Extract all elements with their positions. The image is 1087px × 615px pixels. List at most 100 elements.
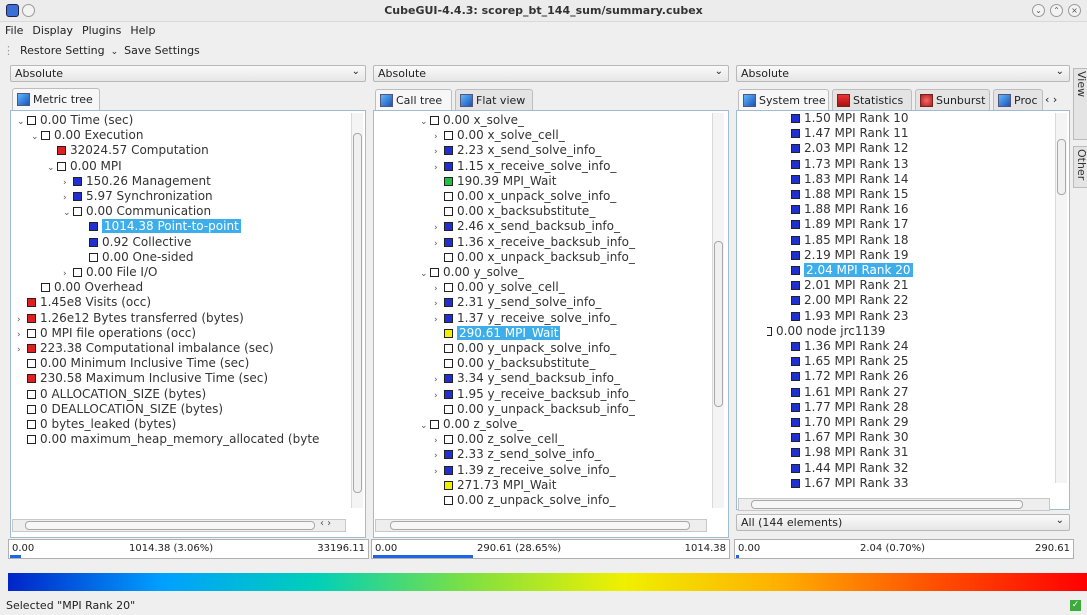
vertical-scrollbar[interactable]: [351, 113, 363, 508]
horizontal-scrollbar[interactable]: [738, 498, 1050, 511]
expander-icon[interactable]: ⌄: [31, 130, 41, 145]
tree-row[interactable]: › 0.00 z_solve_cell_: [434, 432, 564, 447]
tree-row[interactable]: 32024.57 Computation: [47, 143, 209, 158]
tree-row[interactable]: › 3.34 y_send_backsub_info_: [434, 371, 620, 386]
tab-sunburst[interactable]: Sunburst: [915, 89, 990, 111]
tab-flat-view[interactable]: Flat view: [455, 89, 533, 111]
tree-row[interactable]: 1.47 MPI Rank 11: [781, 126, 909, 141]
tab-scroll-arrows[interactable]: ‹ ›: [1045, 93, 1057, 106]
menu-file[interactable]: File: [0, 23, 27, 37]
tree-row[interactable]: › 2.23 x_send_solve_info_: [434, 143, 601, 158]
expander-icon[interactable]: ⌄: [17, 115, 27, 130]
tree-row[interactable]: 0 bytes_leaked (bytes): [17, 417, 176, 432]
save-settings-button[interactable]: Save Settings: [121, 42, 203, 59]
tree-row[interactable]: › 2.46 x_send_backsub_info_: [434, 219, 620, 234]
tree-row[interactable]: 0.00 x_unpack_solve_info_: [434, 189, 616, 204]
tree-row[interactable]: 0.00 Overhead: [31, 280, 143, 295]
tree-row[interactable]: 0.00 y_unpack_backsub_info_: [434, 402, 635, 417]
tree-row[interactable]: 1.61 MPI Rank 27: [781, 385, 909, 400]
call-value-select[interactable]: Absolute ⌄: [373, 65, 729, 82]
maximize-icon[interactable]: ⌃: [1050, 4, 1063, 17]
tree-row[interactable]: 1.72 MPI Rank 26: [781, 369, 909, 384]
tree-row[interactable]: › 2.31 y_send_solve_info_: [434, 295, 601, 310]
tab-metric-tree[interactable]: Metric tree: [12, 88, 100, 110]
tree-row[interactable]: ⌄ 0.00 Execution: [31, 128, 143, 143]
menu-help[interactable]: Help: [125, 23, 159, 37]
menu-display[interactable]: Display: [27, 23, 77, 37]
tree-row[interactable]: 1.67 MPI Rank 30: [781, 430, 909, 445]
tab-proc[interactable]: Proc: [993, 89, 1043, 111]
tree-row[interactable]: › 2.33 z_send_solve_info_: [434, 447, 601, 462]
tree-row[interactable]: 1.93 MPI Rank 23: [781, 309, 909, 324]
tree-row[interactable]: › 1.26e12 Bytes transferred (bytes): [17, 311, 244, 326]
tree-row[interactable]: › 5.97 Synchronization: [63, 189, 213, 204]
tree-row[interactable]: 0.00 One-sided: [79, 250, 194, 265]
tree-row[interactable]: ⌄ 0.00 z_solve_: [420, 417, 523, 432]
tree-row[interactable]: › 0.00 x_solve_cell_: [434, 128, 565, 143]
tree-row[interactable]: › 1.37 y_receive_solve_info_: [434, 311, 616, 326]
tree-row[interactable]: › 1.15 x_receive_solve_info_: [434, 159, 616, 174]
menu-plugins[interactable]: Plugins: [77, 23, 125, 37]
metric-tree[interactable]: ⌄ 0.00 Time (sec) ⌄ 0.00 Execution 32024.57 …: [17, 113, 345, 523]
tree-row[interactable]: 1.45e8 Visits (occ): [17, 295, 151, 310]
tab-call-tree[interactable]: Call tree: [375, 89, 452, 111]
tree-row[interactable]: 1.36 MPI Rank 24: [781, 339, 909, 354]
vertical-scrollbar[interactable]: [1055, 113, 1067, 483]
tree-row[interactable]: 1.44 MPI Rank 32: [781, 461, 909, 476]
tree-row[interactable]: 290.61 MPI_Wait: [434, 325, 561, 341]
tree-row[interactable]: 2.03 MPI Rank 12: [781, 141, 909, 156]
tree-row[interactable]: 0.00 y_unpack_solve_info_: [434, 341, 616, 356]
tree-row[interactable]: 0.00 z_unpack_solve_info_: [434, 493, 615, 508]
tree-row[interactable]: 1.67 MPI Rank 33: [781, 476, 909, 491]
tree-row[interactable]: 0.00 y_backsubstitute_: [434, 356, 595, 371]
tree-row[interactable]: ⌄ 0.00 Communication: [63, 204, 211, 219]
tree-row[interactable]: 1.83 MPI Rank 14: [781, 172, 909, 187]
expander-icon[interactable]: ⌄: [420, 419, 430, 434]
tab-system-tree[interactable]: System tree: [738, 89, 829, 111]
tree-row[interactable]: 1.98 MPI Rank 31: [781, 445, 909, 460]
horizontal-scrollbar[interactable]: [12, 519, 346, 532]
tree-row[interactable]: › 150.26 Management: [63, 174, 211, 189]
minimize-icon[interactable]: ⌄: [1032, 4, 1045, 17]
tree-row[interactable]: 0 ALLOCATION_SIZE (bytes): [17, 387, 206, 402]
tree-row[interactable]: 1.50 MPI Rank 10: [781, 111, 909, 126]
tree-row[interactable]: 0.92 Collective: [79, 235, 191, 250]
tree-row[interactable]: 1014.38 Point-to-point: [79, 219, 241, 234]
tree-row[interactable]: 0 DEALLOCATION_SIZE (bytes): [17, 402, 223, 417]
expander-icon[interactable]: ⌄: [420, 115, 430, 130]
tree-row[interactable]: ⌄ 0.00 x_solve_: [420, 113, 524, 128]
tree-row[interactable]: › 1.95 y_receive_backsub_info_: [434, 387, 635, 402]
tree-row[interactable]: 1.73 MPI Rank 13: [781, 157, 909, 172]
system-tree[interactable]: 1.50 MPI Rank 10 1.47 MPI Rank 11 2.03 MPI…: [767, 111, 1053, 497]
tree-row[interactable]: 230.58 Maximum Inclusive Time (sec): [17, 371, 268, 386]
tree-row[interactable]: ⌄ 0.00 MPI: [47, 159, 122, 174]
tab-system-view[interactable]: System View: [1073, 68, 1087, 140]
tree-row[interactable]: 1.85 MPI Rank 18: [781, 233, 909, 248]
tree-row[interactable]: 271.73 MPI_Wait: [434, 478, 556, 493]
tree-row[interactable]: 1.77 MPI Rank 28: [781, 400, 909, 415]
tree-row[interactable]: › 0.00 y_solve_cell_: [434, 280, 565, 295]
tree-row[interactable]: 2.01 MPI Rank 21: [781, 278, 909, 293]
tree-row[interactable]: › 1.36 x_receive_backsub_info_: [434, 235, 635, 250]
tree-row[interactable]: 1.70 MPI Rank 29: [781, 415, 909, 430]
tree-row[interactable]: › 1.39 z_receive_solve_info_: [434, 463, 616, 478]
expander-icon[interactable]: ⌄: [63, 206, 73, 221]
tree-row[interactable]: 2.00 MPI Rank 22: [781, 293, 909, 308]
call-tree[interactable]: ⌄ 0.00 x_solve_ › 0.00 x_solve_cell_ › 2.23 x…: [420, 113, 712, 523]
tab-other[interactable]: Other: [1073, 146, 1087, 188]
tree-row[interactable]: 2.04 MPI Rank 20: [781, 263, 913, 278]
tree-row[interactable]: › 0.00 File I/O: [63, 265, 157, 280]
metric-value-select[interactable]: Absolute ⌄: [10, 65, 366, 82]
tree-row[interactable]: ⌄ 0.00 y_solve_: [420, 265, 524, 280]
expander-icon[interactable]: ⌄: [47, 161, 57, 176]
tree-row[interactable]: 1.88 MPI Rank 15: [781, 187, 909, 202]
chevron-down-icon[interactable]: ⌄: [108, 45, 122, 59]
horizontal-scrollbar[interactable]: [375, 519, 707, 532]
tree-row[interactable]: 1.89 MPI Rank 17: [781, 217, 909, 232]
tree-row[interactable]: 0.00 maximum_heap_memory_allocated (byte: [17, 432, 319, 447]
restore-setting-button[interactable]: Restore Setting: [17, 42, 108, 59]
tree-row[interactable]: 1.65 MPI Rank 25: [781, 354, 909, 369]
scroll-arrows[interactable]: ‹ ›: [320, 518, 331, 529]
tree-row[interactable]: 0.00 x_unpack_backsub_info_: [434, 250, 635, 265]
tree-row[interactable]: › 223.38 Computational imbalance (sec): [17, 341, 274, 356]
